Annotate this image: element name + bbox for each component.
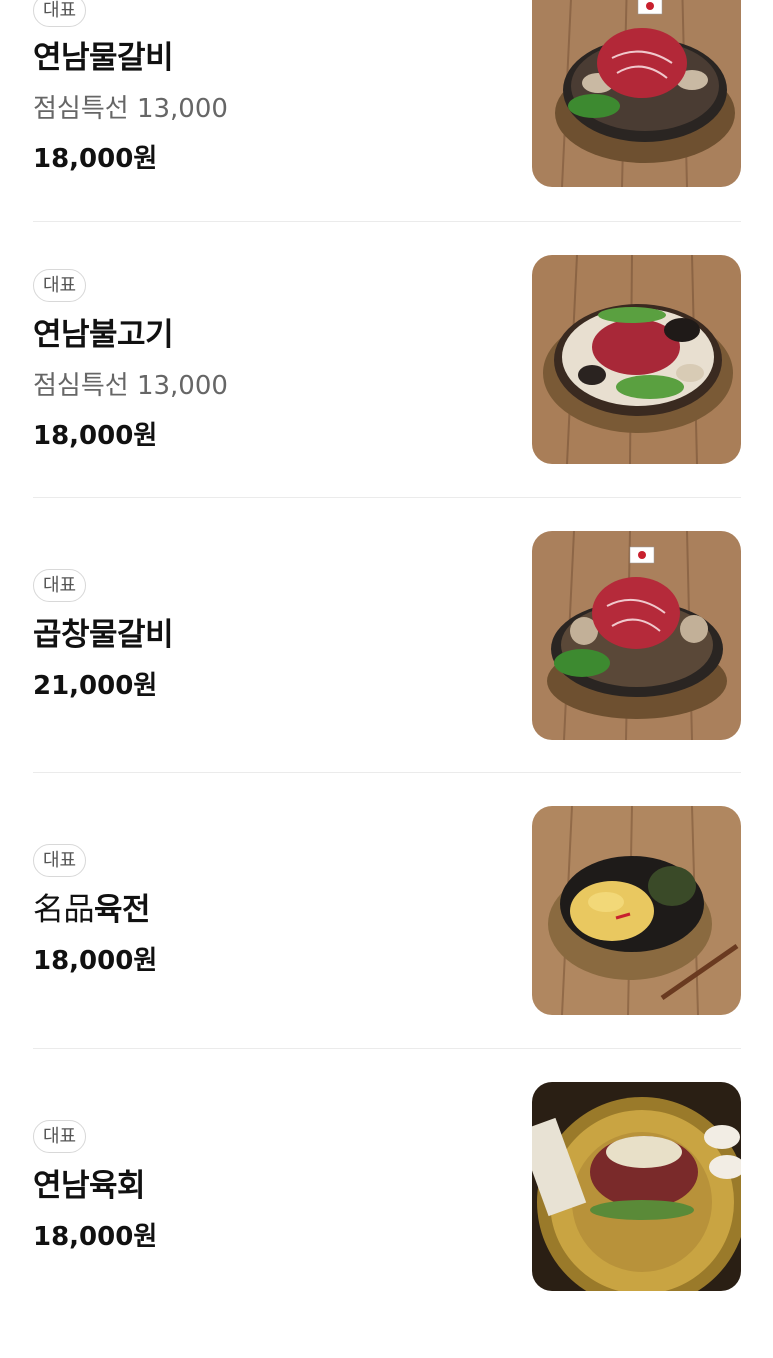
menu-item-name: 연남불고기 xyxy=(33,317,174,353)
menu-item-price: 18,000원 xyxy=(33,421,158,451)
menu-item-photo[interactable] xyxy=(532,531,741,740)
menu-item[interactable]: 대표 곱창물갈비 21,000원 xyxy=(33,531,741,807)
menu-item-photo[interactable] xyxy=(532,1082,741,1291)
menu-item-name: 곱창물갈비 xyxy=(33,617,174,653)
menu-item[interactable]: 대표 연남불고기 점심특선 13,000 18,000원 xyxy=(33,255,741,531)
signature-badge: 대표 xyxy=(33,844,87,877)
menu-item-name: 연남육회 xyxy=(33,1168,146,1204)
galbi-hotpot-photo xyxy=(532,0,741,187)
menu-list: 대표 연남물갈비 점심특선 13,000 18,000원 대표 연남불고기 점심… xyxy=(0,0,773,1291)
signature-badge: 대표 xyxy=(33,1120,87,1153)
menu-item-photo[interactable] xyxy=(532,806,741,1015)
gopchang-galbi-photo xyxy=(532,531,741,740)
bulgogi-hotpot-photo xyxy=(532,255,741,464)
menu-item-price: 18,000원 xyxy=(33,946,158,976)
yukjeon-photo xyxy=(532,806,741,1015)
menu-item-price: 21,000원 xyxy=(33,671,158,701)
yukhoe-photo xyxy=(532,1082,741,1291)
menu-item-name-prefix: 名品 xyxy=(33,892,95,928)
menu-item[interactable]: 대표 연남물갈비 점심특선 13,000 18,000원 xyxy=(33,0,741,254)
menu-item-price: 18,000원 xyxy=(33,144,158,174)
divider xyxy=(33,1048,741,1049)
divider xyxy=(33,772,741,773)
menu-item-photo[interactable] xyxy=(532,0,741,187)
menu-item-description: 점심특선 13,000 xyxy=(33,371,228,401)
signature-badge: 대표 xyxy=(33,269,87,302)
menu-item[interactable]: 대표 연남육회 18,000원 xyxy=(33,1082,741,1358)
menu-item-price: 18,000원 xyxy=(33,1222,158,1252)
menu-item-photo[interactable] xyxy=(532,255,741,464)
menu-item-description: 점심특선 13,000 xyxy=(33,94,228,124)
menu-item-name-suffix: 육전 xyxy=(94,892,151,928)
menu-item-name: 名品육전 xyxy=(33,884,151,929)
signature-badge: 대표 xyxy=(33,0,87,27)
divider xyxy=(33,497,741,498)
signature-badge: 대표 xyxy=(33,569,87,602)
menu-item-name: 연남물갈비 xyxy=(33,40,174,76)
menu-item[interactable]: 대표 名品육전 18,000원 xyxy=(33,806,741,1082)
divider xyxy=(33,221,741,222)
